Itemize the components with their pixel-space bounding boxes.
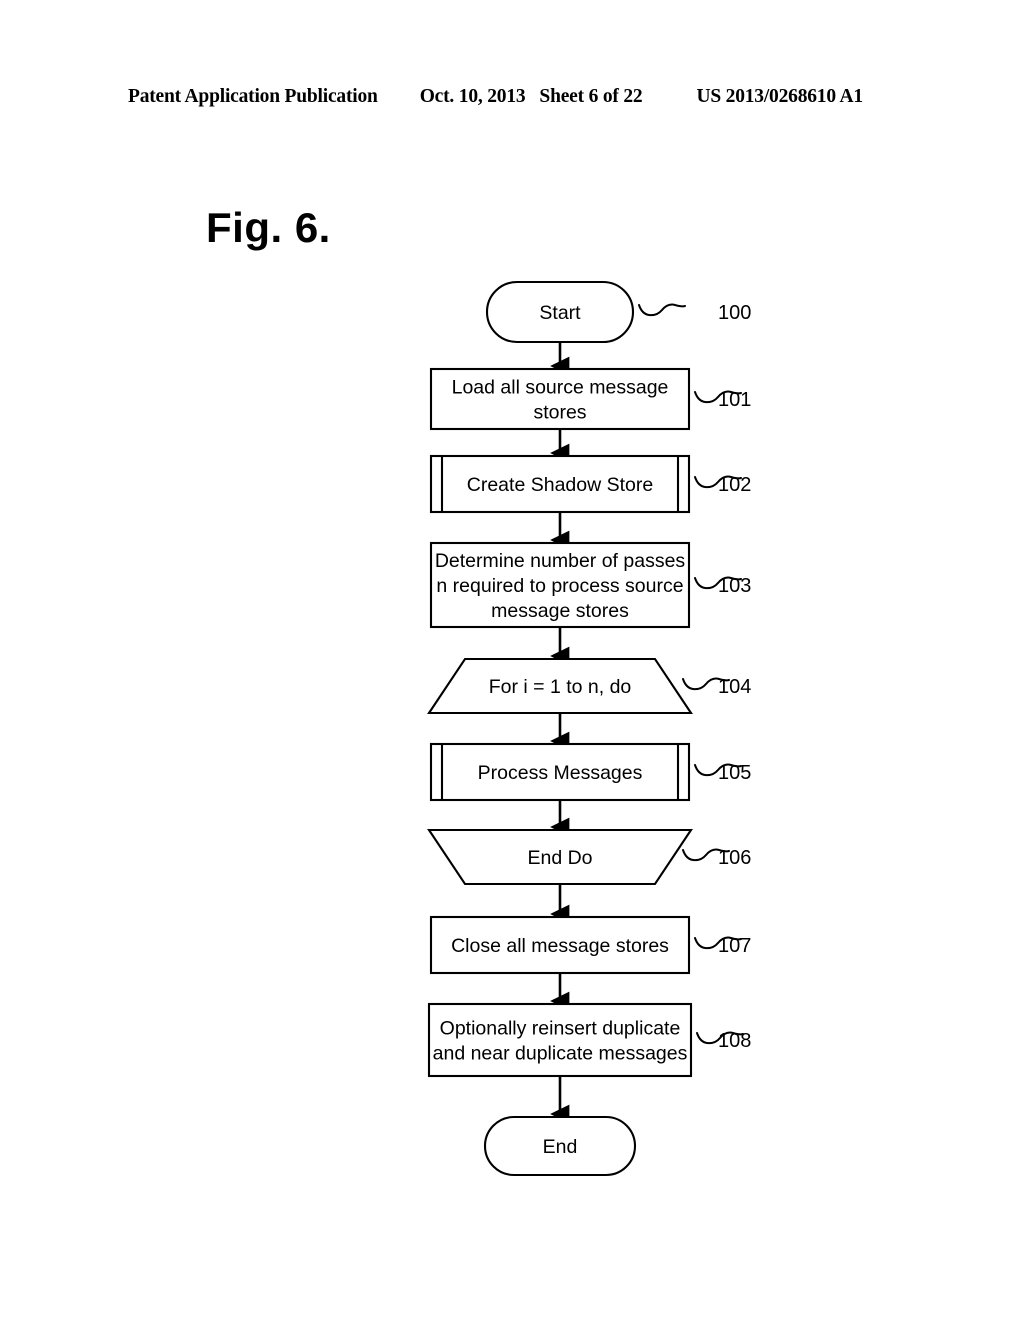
flow-node-n101[interactable]: Load all source message stores 101 <box>429 367 751 431</box>
reference-numeral: 101 <box>718 389 751 411</box>
reference-numeral: 108 <box>718 1030 751 1052</box>
flow-node-label: Start <box>539 302 581 324</box>
reference-numeral: 103 <box>718 575 751 597</box>
flow-node-label: Close all message stores <box>451 935 669 957</box>
flow-node-label: Optionally reinsert duplicate <box>440 1018 681 1040</box>
flow-node-label: Load all source message <box>452 377 669 399</box>
flow-node-label: For i = 1 to n, do <box>489 676 632 698</box>
flow-node-end[interactable]: End <box>483 1115 637 1177</box>
flow-node-label: End <box>543 1136 578 1158</box>
reference-numeral: 104 <box>718 676 751 698</box>
flow-node-n104[interactable]: For i = 1 to n, do 104 <box>427 657 751 715</box>
reference-numeral: 102 <box>718 474 751 496</box>
process-shape <box>427 1002 693 1078</box>
reference-numeral: 107 <box>718 935 751 957</box>
flow-node-n108[interactable]: Optionally reinsert duplicate and near du… <box>427 1002 751 1078</box>
flow-node-n106[interactable]: End Do 106 <box>427 828 751 886</box>
flow-node-label: Determine number of passes <box>435 550 686 572</box>
flow-node-start[interactable]: Start 100 <box>485 280 751 344</box>
flow-node-n103[interactable]: Determine number of passes n required to … <box>429 541 751 629</box>
flowchart-diagram: Start 100 Load all source message stores 101… <box>427 280 751 1177</box>
flow-node-label: and near duplicate messages <box>433 1043 688 1065</box>
flow-node-label: End Do <box>527 847 592 869</box>
flow-node-label: Process Messages <box>478 762 643 784</box>
flow-node-n105[interactable]: Process Messages 105 <box>429 742 751 802</box>
reference-numeral: 106 <box>718 847 751 869</box>
flow-node-n107[interactable]: Close all message stores 107 <box>429 915 751 975</box>
flow-node-label: stores <box>533 402 586 424</box>
reference-numeral: 100 <box>718 302 751 324</box>
flow-node-n102[interactable]: Create Shadow Store 102 <box>429 454 751 514</box>
flow-node-label: n required to process source <box>436 575 683 597</box>
flowchart-nodes: Start 100 Load all source message stores 101… <box>427 280 751 1177</box>
reference-numeral: 105 <box>718 762 751 784</box>
flow-node-label: Create Shadow Store <box>467 474 653 496</box>
flow-node-label: message stores <box>491 600 629 622</box>
